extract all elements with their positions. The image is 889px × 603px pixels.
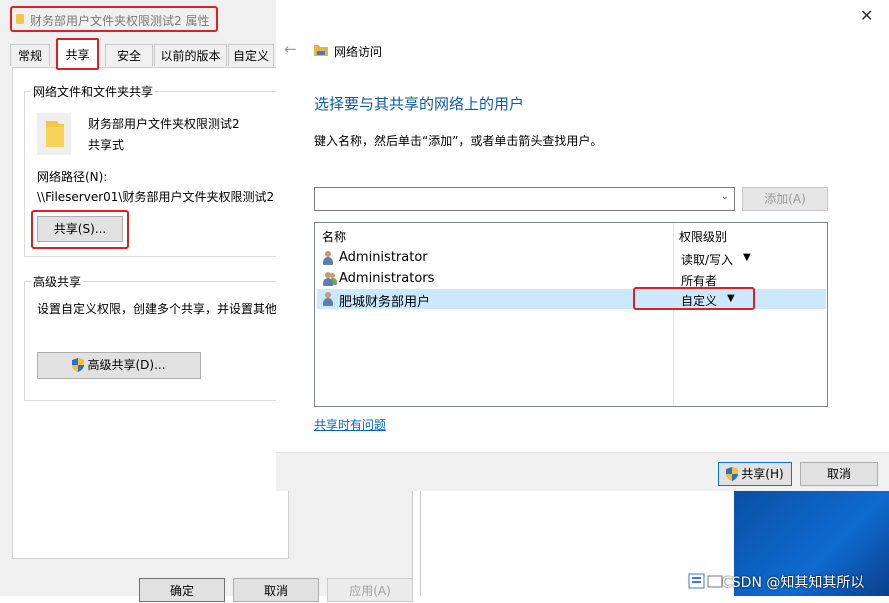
advanced-sharing-description: 设置自定义权限，创建多个共享，并设置其他 xyxy=(37,302,278,316)
tab-sharing[interactable]: 共享 xyxy=(56,38,99,70)
page-heading: 选择要与其共享的网络上的用户 xyxy=(314,95,525,113)
column-header-permission[interactable]: 权限级别 xyxy=(679,228,727,245)
chevron-down-icon[interactable]: ⌄ xyxy=(721,191,729,202)
user-name: Administrator xyxy=(339,250,428,265)
properties-title-bar: 财务部用户文件夹权限测试2 属性 xyxy=(10,6,218,32)
folder-name: 财务部用户文件夹权限测试2 xyxy=(88,117,240,131)
user-name: Administrators xyxy=(339,271,435,286)
list-row-administrator[interactable]: Administrator 读取/写入 ▼ xyxy=(317,248,826,268)
watermark: CSDN @知其知其所以 xyxy=(722,575,865,591)
tab-previous-versions[interactable]: 以前的版本 xyxy=(154,44,227,66)
tab-customize[interactable]: 自定义 xyxy=(228,44,274,66)
network-dialog-footer xyxy=(276,452,889,491)
advanced-sharing-group xyxy=(24,281,278,401)
advanced-sharing-button[interactable]: 高级共享(D)... xyxy=(37,352,201,379)
folder-icon xyxy=(37,113,71,155)
view-mode-icon[interactable] xyxy=(688,573,724,589)
tab-security[interactable]: 安全 xyxy=(105,44,153,66)
network-dialog-titlebar xyxy=(276,0,889,33)
user-icon xyxy=(323,292,333,306)
share-button[interactable]: 共享(S)... xyxy=(37,216,123,242)
user-name-combobox[interactable]: ⌄ xyxy=(314,187,735,211)
instruction-text: 键入名称，然后单击“添加”，或者单击箭头查找用户。 xyxy=(314,134,603,148)
permission-highlight xyxy=(633,287,755,310)
network-sharing-group-label: 网络文件和文件夹共享 xyxy=(31,83,156,100)
network-path-value: \\Fileserver01\财务部用户文件夹权限测试2 xyxy=(37,190,275,204)
tab-general[interactable]: 常规 xyxy=(10,44,50,66)
share-confirm-button[interactable]: 共享(H) xyxy=(718,462,792,486)
properties-title: 财务部用户文件夹权限测试2 属性 xyxy=(30,14,210,28)
uac-shield-icon xyxy=(726,467,739,481)
column-header-name[interactable]: 名称 xyxy=(322,228,346,245)
help-link[interactable]: 共享时有问题 xyxy=(314,416,386,433)
advanced-sharing-group-label: 高级共享 xyxy=(31,273,84,290)
uac-shield-icon xyxy=(72,358,85,372)
apply-button[interactable]: 应用(A) xyxy=(327,578,413,602)
user-name: 肥城财务部用户 xyxy=(339,295,431,310)
dropdown-arrow-icon[interactable]: ▼ xyxy=(743,252,751,263)
network-cancel-button[interactable]: 取消 xyxy=(800,462,878,486)
advanced-sharing-button-label: 高级共享(D)... xyxy=(87,358,166,372)
close-icon[interactable]: ✕ xyxy=(860,6,873,25)
folder-icon xyxy=(16,14,24,24)
share-confirm-label: 共享(H) xyxy=(741,467,784,481)
share-state: 共享式 xyxy=(88,138,125,152)
list-row-administrators[interactable]: Administrators 所有者 xyxy=(317,269,826,289)
breadcrumb-network-access: 网络访问 xyxy=(334,45,383,59)
folder-icon xyxy=(314,45,328,56)
ok-button[interactable]: 确定 xyxy=(139,578,225,602)
user-permission-list: 名称 权限级别 Administrator 读取/写入 ▼ Administra… xyxy=(314,222,828,407)
back-arrow-icon[interactable]: ← xyxy=(284,40,297,58)
permission-level[interactable]: 读取/写入 xyxy=(681,251,733,268)
group-icon xyxy=(323,272,337,286)
network-path-label: 网络路径(N): xyxy=(37,170,108,184)
add-button[interactable]: 添加(A) xyxy=(742,187,828,211)
user-icon xyxy=(323,251,333,265)
cancel-button[interactable]: 取消 xyxy=(233,578,319,602)
